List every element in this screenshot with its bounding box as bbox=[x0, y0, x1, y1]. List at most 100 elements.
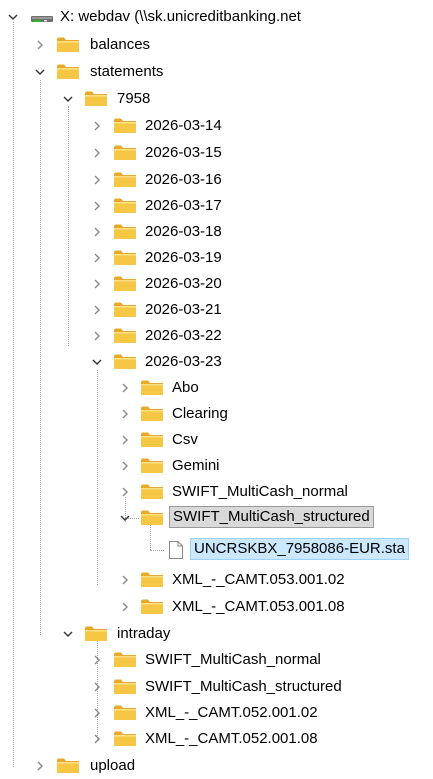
tree-item-label: 2026-03-17 bbox=[145, 197, 222, 214]
tree-item[interactable]: 2026-03-19 bbox=[0, 245, 433, 271]
folder-icon bbox=[113, 117, 137, 139]
tree-item[interactable]: Csv bbox=[0, 427, 433, 453]
chevron-right-icon[interactable] bbox=[90, 277, 104, 291]
tree-item-label: 2026-03-20 bbox=[145, 275, 222, 292]
folder-icon bbox=[140, 457, 164, 479]
tree-item-label: 2026-03-21 bbox=[145, 301, 222, 318]
tree-item-label: SWIFT_MultiCash_structured bbox=[145, 678, 342, 695]
tree-item-label: 2026-03-16 bbox=[145, 171, 222, 188]
chevron-right-icon[interactable] bbox=[90, 199, 104, 213]
folder-icon bbox=[140, 405, 164, 427]
chevron-right-icon[interactable] bbox=[118, 433, 132, 447]
folder-icon bbox=[113, 353, 137, 375]
tree-item-label: 2026-03-22 bbox=[145, 327, 222, 344]
folder-icon bbox=[56, 757, 80, 779]
tree-item[interactable]: 2026-03-16 bbox=[0, 167, 433, 193]
tree-item[interactable]: 2026-03-17 bbox=[0, 193, 433, 219]
chevron-right-icon[interactable] bbox=[90, 706, 104, 720]
chevron-down-icon[interactable] bbox=[90, 355, 104, 369]
tree-item[interactable]: 2026-03-22 bbox=[0, 323, 433, 349]
tree-item[interactable]: 2026-03-18 bbox=[0, 219, 433, 245]
chevron-right-icon[interactable] bbox=[33, 38, 47, 52]
chevron-down-icon[interactable] bbox=[118, 511, 132, 525]
chevron-down-icon[interactable] bbox=[33, 65, 47, 79]
folder-icon bbox=[113, 249, 137, 271]
tree-item-label: Clearing bbox=[172, 405, 228, 422]
file-icon bbox=[168, 540, 184, 564]
chevron-right-icon[interactable] bbox=[118, 573, 132, 587]
tree-item[interactable]: 7958 bbox=[0, 86, 433, 112]
tree-item[interactable]: 2026-03-21 bbox=[0, 297, 433, 323]
tree-item-label: 7958 bbox=[117, 90, 151, 107]
folder-icon bbox=[113, 730, 137, 752]
tree-item[interactable]: XML_-_CAMT.053.001.02 bbox=[0, 567, 433, 593]
tree-item-label: balances bbox=[90, 36, 151, 53]
chevron-down-icon[interactable] bbox=[61, 627, 75, 641]
folder-icon bbox=[113, 171, 137, 193]
folder-icon bbox=[84, 90, 108, 112]
chevron-right-icon[interactable] bbox=[90, 303, 104, 317]
tree-item-label: Abo bbox=[172, 379, 199, 396]
tree-item-label: intraday bbox=[117, 625, 171, 642]
chevron-right-icon[interactable] bbox=[90, 119, 104, 133]
tree-item[interactable]: statements bbox=[0, 59, 433, 85]
chevron-right-icon[interactable] bbox=[118, 407, 132, 421]
tree-item[interactable]: Abo bbox=[0, 375, 433, 401]
folder-icon bbox=[113, 704, 137, 726]
tree-item[interactable]: XML_-_CAMT.052.001.08 bbox=[0, 726, 433, 752]
chevron-right-icon[interactable] bbox=[118, 485, 132, 499]
tree-item[interactable]: 2026-03-15 bbox=[0, 140, 433, 166]
chevron-right-icon[interactable] bbox=[90, 146, 104, 160]
folder-icon bbox=[140, 483, 164, 505]
tree-item[interactable]: XML_-_CAMT.052.001.02 bbox=[0, 700, 433, 726]
chevron-down-icon[interactable] bbox=[6, 10, 20, 24]
tree-item[interactable]: upload bbox=[0, 753, 433, 779]
tree-item[interactable]: Clearing bbox=[0, 401, 433, 427]
chevron-right-icon[interactable] bbox=[90, 732, 104, 746]
tree-item[interactable]: SWIFT_MultiCash_normal bbox=[0, 647, 433, 673]
folder-icon bbox=[56, 36, 80, 58]
tree-item-label: 2026-03-14 bbox=[145, 117, 222, 134]
chevron-right-icon[interactable] bbox=[90, 251, 104, 265]
tree-item[interactable]: Gemini bbox=[0, 453, 433, 479]
folder-icon bbox=[113, 197, 137, 219]
tree-item-label: XML_-_CAMT.052.001.02 bbox=[145, 704, 318, 721]
tree-item-label: SWIFT_MultiCash_normal bbox=[172, 483, 348, 500]
tree-item[interactable]: 2026-03-23 bbox=[0, 349, 433, 375]
tree-item[interactable]: 2026-03-14 bbox=[0, 113, 433, 139]
chevron-right-icon[interactable] bbox=[90, 653, 104, 667]
tree-item[interactable]: UNCRSKBX_7958086-EUR.sta bbox=[0, 537, 433, 563]
folder-tree: X: webdav (\\sk.unicreditbanking.net bala… bbox=[0, 0, 433, 775]
chevron-right-icon[interactable] bbox=[90, 680, 104, 694]
chevron-down-icon[interactable] bbox=[61, 92, 75, 106]
tree-item[interactable]: XML_-_CAMT.053.001.08 bbox=[0, 594, 433, 620]
tree-item-label: XML_-_CAMT.052.001.08 bbox=[145, 730, 318, 747]
tree-item[interactable]: 2026-03-20 bbox=[0, 271, 433, 297]
tree-item-drive[interactable]: X: webdav (\\sk.unicreditbanking.net bbox=[0, 4, 433, 30]
tree-item-label: UNCRSKBX_7958086-EUR.sta bbox=[190, 538, 409, 560]
folder-icon bbox=[84, 625, 108, 647]
tree-item[interactable]: SWIFT_MultiCash_normal bbox=[0, 479, 433, 505]
tree-item-label: XML_-_CAMT.053.001.02 bbox=[172, 571, 345, 588]
tree-item[interactable]: balances bbox=[0, 32, 433, 58]
folder-icon bbox=[140, 379, 164, 401]
tree-item-label: 2026-03-18 bbox=[145, 223, 222, 240]
tree-item[interactable]: SWIFT_MultiCash_structured bbox=[0, 674, 433, 700]
tree-item[interactable]: intraday bbox=[0, 621, 433, 647]
chevron-right-icon[interactable] bbox=[90, 173, 104, 187]
chevron-right-icon[interactable] bbox=[118, 381, 132, 395]
tree-item-label: XML_-_CAMT.053.001.08 bbox=[172, 598, 345, 615]
chevron-right-icon[interactable] bbox=[90, 225, 104, 239]
tree-item[interactable]: SWIFT_MultiCash_structured bbox=[0, 505, 433, 531]
chevron-right-icon[interactable] bbox=[118, 600, 132, 614]
tree-item-label: 2026-03-19 bbox=[145, 249, 222, 266]
tree-item-label: SWIFT_MultiCash_normal bbox=[145, 651, 321, 668]
folder-icon bbox=[113, 678, 137, 700]
folder-icon bbox=[140, 571, 164, 593]
chevron-right-icon[interactable] bbox=[33, 759, 47, 773]
chevron-right-icon[interactable] bbox=[90, 329, 104, 343]
folder-icon bbox=[113, 223, 137, 245]
chevron-right-icon[interactable] bbox=[118, 459, 132, 473]
network-drive-icon bbox=[30, 8, 54, 30]
folder-icon bbox=[113, 327, 137, 349]
